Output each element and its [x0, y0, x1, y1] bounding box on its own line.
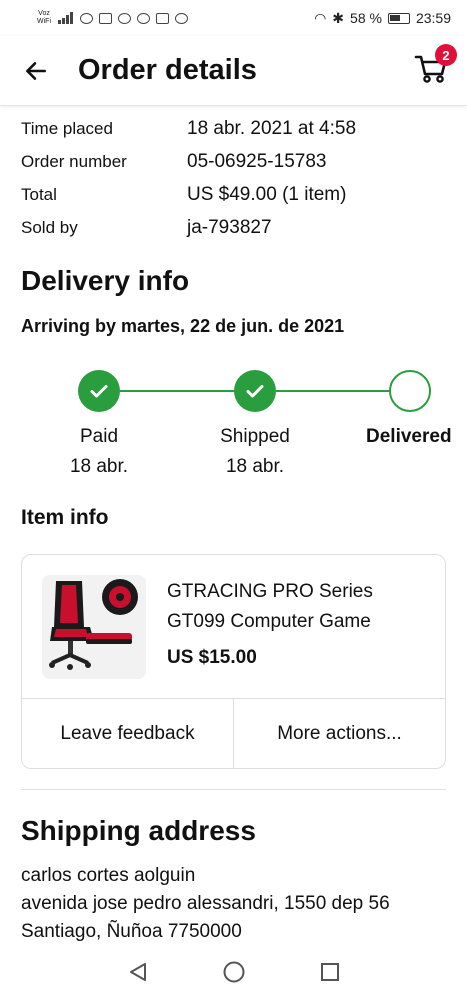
messenger-icon — [175, 12, 188, 24]
nav-recents-button[interactable] — [317, 959, 343, 985]
address-line: carlos cortes aolguin — [21, 865, 196, 886]
address-line: Santiago, Ñuñoa 7750000 — [21, 921, 242, 942]
more-actions-button[interactable]: More actions... — [233, 699, 445, 768]
address-line: avenida jose pedro alessandri, 1550 dep … — [21, 893, 390, 914]
check-icon — [246, 385, 264, 398]
row-label: Total — [21, 184, 57, 204]
mail-icon — [99, 12, 112, 24]
order-summary: Time placed 18 abr. 2021 at 4:58 Order n… — [21, 112, 451, 244]
progress-line — [276, 390, 390, 392]
item-actions: Leave feedback More actions... — [22, 698, 445, 768]
step-date: 18 abr. — [225, 456, 285, 477]
item-image[interactable] — [42, 575, 146, 679]
nav-home-button[interactable] — [221, 959, 247, 985]
row-value: 05-06925-15783 — [187, 150, 327, 172]
gaming-chair-image — [42, 575, 146, 679]
step-shipped-indicator — [234, 370, 276, 412]
status-bar: Voz WiFi ◠ ✱ 58 % 23:59 — [0, 0, 467, 36]
back-button[interactable] — [16, 51, 56, 91]
step-delivered-indicator — [389, 370, 431, 412]
bluetooth-icon: ✱ — [332, 9, 345, 26]
cart-count-badge: 2 — [435, 44, 457, 66]
carrier-label: Voz WiFi — [37, 10, 51, 25]
item-card: GTRACING PRO Series GT099 Computer Game … — [21, 554, 446, 769]
item-title[interactable]: GTRACING PRO Series GT099 Computer Game — [167, 577, 427, 637]
facebook-icon — [137, 12, 150, 24]
shipping-heading: Shipping address — [21, 815, 256, 846]
item-info-heading: Item info — [21, 506, 109, 529]
row-value: US $49.00 (1 item) — [187, 183, 347, 205]
shipping-address: carlos cortes aolguin avenida jose pedro… — [21, 862, 390, 946]
wifi-icon — [80, 12, 93, 24]
signal-icon — [58, 12, 74, 24]
nav-back-icon — [129, 962, 146, 981]
delivery-heading: Delivery info — [21, 265, 190, 296]
app-icon-2 — [156, 12, 169, 24]
row-label: Sold by — [21, 217, 78, 237]
section-divider — [21, 789, 446, 790]
check-icon — [90, 385, 108, 398]
nav-recents-icon — [320, 962, 339, 981]
item-price: US $15.00 — [167, 647, 257, 668]
system-nav-bar — [0, 944, 467, 999]
clock: 23:59 — [415, 10, 451, 26]
app-icon — [118, 12, 131, 24]
step-label: Shipped — [220, 426, 290, 447]
delivery-progress: Paid 18 abr. Shipped 18 abr. Delivered — [0, 370, 467, 480]
nav-back-button[interactable] — [125, 959, 151, 985]
order-row-number: Order number 05-06925-15783 — [21, 145, 451, 178]
back-arrow-icon — [26, 61, 46, 80]
step-label: Delivered — [366, 426, 452, 447]
page-title: Order details — [78, 54, 257, 86]
row-label: Order number — [21, 151, 127, 171]
step-date: 18 abr. — [69, 456, 129, 477]
cart-button[interactable]: 2 — [413, 44, 457, 90]
order-row-time: Time placed 18 abr. 2021 at 4:58 — [21, 112, 451, 145]
row-value: 18 abr. 2021 at 4:58 — [187, 117, 357, 139]
leave-feedback-button[interactable]: Leave feedback — [22, 699, 233, 768]
step-label: Paid — [79, 426, 119, 447]
arrival-estimate: Arriving by martes, 22 de jun. de 2021 — [21, 316, 345, 336]
seller-link[interactable]: ja-793827 — [187, 217, 272, 239]
nav-home-icon — [223, 961, 244, 982]
step-paid-indicator — [78, 370, 120, 412]
progress-line — [120, 390, 234, 392]
order-row-total: Total US $49.00 (1 item) — [21, 178, 451, 211]
battery-icon — [387, 12, 410, 24]
order-row-seller: Sold by ja-793827 — [21, 211, 451, 244]
headset-icon: ◠ — [314, 9, 327, 26]
row-label: Time placed — [21, 118, 113, 138]
app-bar: Order details 2 — [0, 36, 467, 106]
battery-percent: 58 % — [350, 10, 382, 26]
